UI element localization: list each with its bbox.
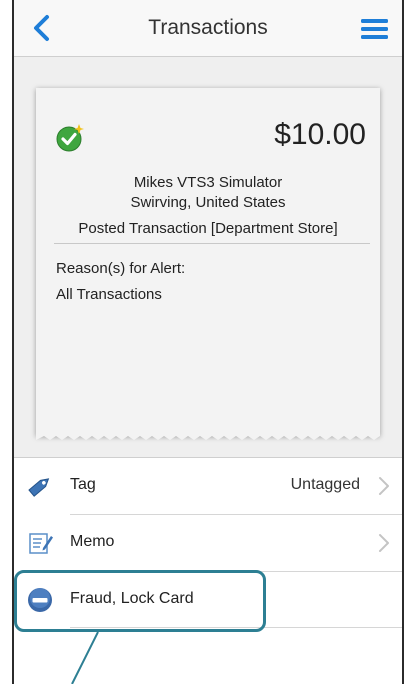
page-title: Transactions xyxy=(148,16,268,39)
tag-value: Untagged xyxy=(290,476,360,493)
memo-row[interactable]: Memo xyxy=(14,515,402,571)
merchant-name: Mikes VTS3 Simulator xyxy=(133,174,283,191)
memo-icon xyxy=(29,533,53,554)
hamburger-menu-icon xyxy=(361,19,388,39)
callout-pointer-line xyxy=(71,632,99,684)
alert-reason-label: Reason(s) for Alert: xyxy=(56,260,186,277)
receipt-divider xyxy=(54,243,370,244)
highlight-callout-box xyxy=(14,570,266,632)
navigation-bar: Transactions xyxy=(14,0,402,57)
tag-row[interactable]: Tag Untagged xyxy=(14,458,402,514)
transaction-amount: $10.00 xyxy=(274,118,366,151)
alert-reason-value: All Transactions xyxy=(56,286,162,303)
merchant-location: Swirving, United States xyxy=(130,194,286,211)
chevron-right-icon xyxy=(379,477,389,495)
receipt-torn-edge xyxy=(36,432,380,440)
posted-transaction-type: Posted Transaction [Department Store] xyxy=(78,220,338,237)
memo-label: Memo xyxy=(70,533,115,550)
tag-icon xyxy=(28,478,50,497)
tag-label: Tag xyxy=(70,476,96,493)
menu-button[interactable] xyxy=(360,18,390,40)
transaction-receipt: $10.00 Mikes VTS3 Simulator Swirving, Un… xyxy=(36,88,380,436)
chevron-right-icon xyxy=(379,534,389,552)
check-sparkle-icon xyxy=(56,124,84,152)
